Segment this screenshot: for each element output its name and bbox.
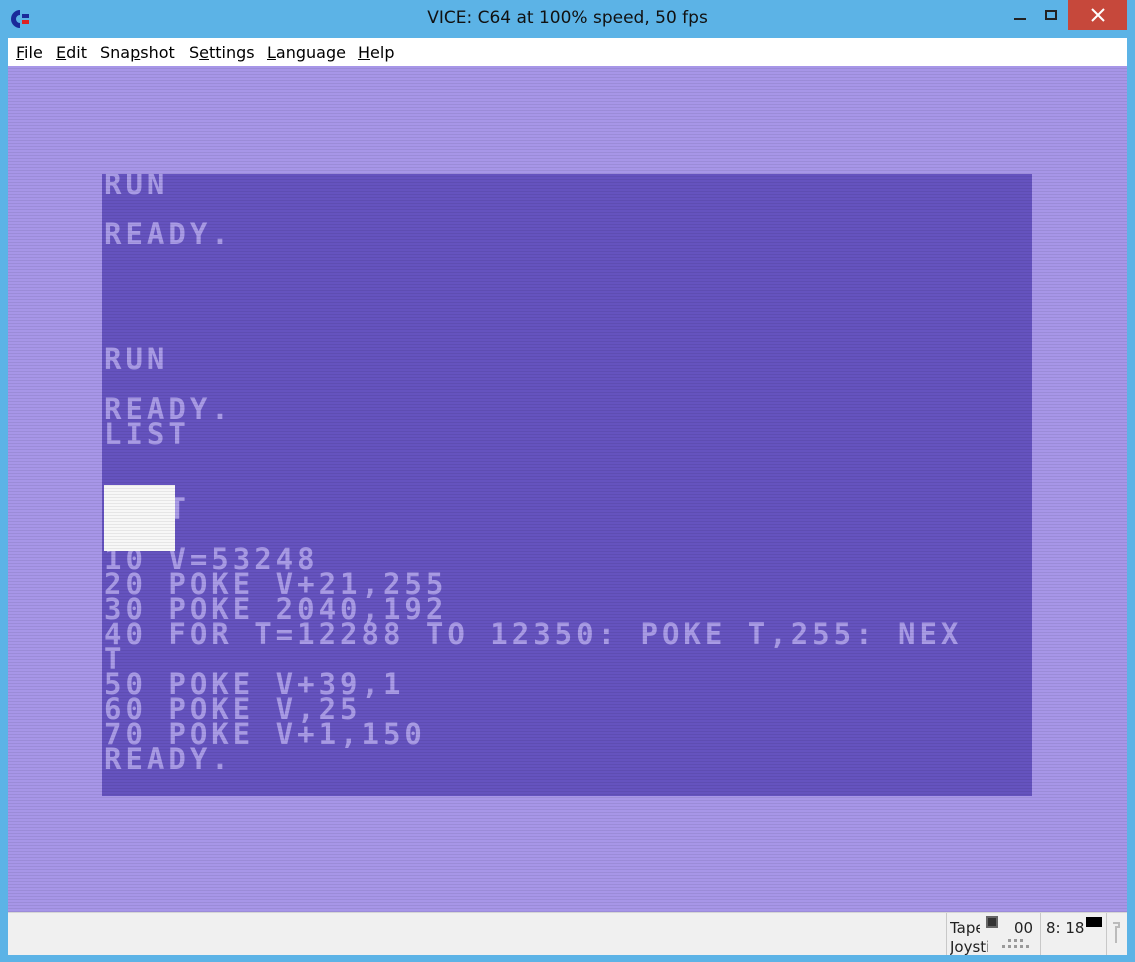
menu-settings[interactable]: Settings xyxy=(189,43,255,62)
menu-file[interactable]: File xyxy=(16,43,43,62)
screen-text-line: 50 POKE V+39,1 xyxy=(104,667,405,701)
menu-language[interactable]: Language xyxy=(267,43,346,62)
resize-grip-icon[interactable] xyxy=(1110,921,1122,945)
window-title: VICE: C64 at 100% speed, 50 fps xyxy=(427,8,708,28)
tape-status-icon xyxy=(986,916,998,928)
minimize-icon xyxy=(1014,18,1026,20)
vice-window: VICE: C64 at 100% speed, 50 fps File Edi… xyxy=(0,0,1135,962)
screen-text-line: RUN xyxy=(104,167,169,201)
tape-counter: 00 xyxy=(1014,919,1034,937)
drive-label: 8: 18 xyxy=(1046,919,1085,937)
status-separator xyxy=(946,913,947,955)
status-separator xyxy=(1040,913,1041,955)
maximize-icon xyxy=(1045,10,1057,20)
close-button[interactable] xyxy=(1068,0,1127,30)
tape-label: Tape xyxy=(950,919,980,937)
title-bar[interactable]: VICE: C64 at 100% speed, 50 fps xyxy=(0,0,1135,38)
emulator-display[interactable]: READY. 70 POKE V+1,150 60 POKE V,25 50 POKE… xyxy=(8,66,1127,912)
status-separator xyxy=(1106,913,1107,955)
menu-snapshot[interactable]: Snapshot xyxy=(100,43,175,62)
screen-text-line: RUN xyxy=(104,342,169,376)
close-icon xyxy=(1090,8,1105,22)
sprite-block xyxy=(104,485,175,551)
status-bar: Tape 00 Joystick 8: 18 xyxy=(8,912,1127,955)
menu-edit[interactable]: Edit xyxy=(56,43,87,62)
joystick-label: Joystick xyxy=(950,938,988,955)
screen-text-line: READY. xyxy=(104,217,233,251)
c64-screen[interactable]: READY. 70 POKE V+1,150 60 POKE V,25 50 POKE… xyxy=(102,167,1032,796)
menu-bar: File Edit Snapshot Settings Language Hel… xyxy=(8,38,1127,66)
screen-text-line: READY. xyxy=(104,392,233,426)
menu-help[interactable]: Help xyxy=(358,43,394,62)
drive-led-icon xyxy=(1086,917,1102,927)
